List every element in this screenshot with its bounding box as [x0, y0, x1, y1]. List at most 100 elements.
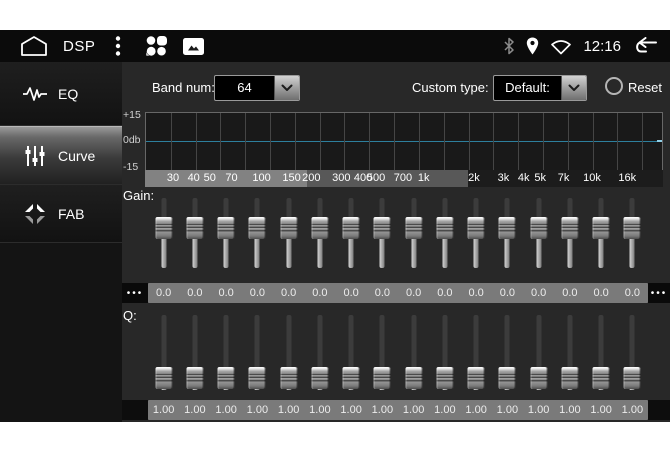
gain-slider[interactable] — [367, 198, 398, 268]
photo-icon[interactable] — [183, 38, 204, 55]
slider-track-lower — [411, 389, 416, 390]
home-icon[interactable] — [20, 35, 48, 57]
q-slider[interactable] — [304, 315, 335, 390]
plot-gridline — [171, 113, 172, 170]
gain-value: 0.0 — [554, 283, 585, 303]
gain-slider[interactable] — [273, 198, 304, 268]
slider-track-upper — [286, 315, 291, 367]
slider-track-lower — [442, 389, 447, 390]
plot-gridline — [295, 113, 296, 170]
reset-label[interactable]: Reset — [628, 75, 662, 101]
gain-slider-thumb[interactable] — [280, 217, 297, 239]
page-title: DSP — [63, 38, 95, 55]
gain-slider-thumb[interactable] — [155, 217, 172, 239]
q-slider-thumb[interactable] — [624, 367, 641, 389]
q-slider[interactable] — [554, 315, 585, 390]
gain-slider-thumb[interactable] — [311, 217, 328, 239]
slider-track-lower — [536, 239, 541, 268]
eq-curve-plot[interactable] — [145, 112, 663, 170]
gain-slider[interactable] — [523, 198, 554, 268]
back-arrow-icon[interactable] — [632, 37, 658, 55]
q-slider-thumb[interactable] — [468, 367, 485, 389]
gain-slider[interactable] — [617, 198, 648, 268]
q-slider-thumb[interactable] — [280, 367, 297, 389]
gain-slider-thumb[interactable] — [624, 217, 641, 239]
gain-slider-thumb[interactable] — [343, 217, 360, 239]
band-num-select[interactable]: 64 — [214, 75, 300, 101]
chevron-down-icon[interactable] — [274, 76, 299, 100]
q-slider[interactable] — [617, 315, 648, 390]
gain-slider[interactable] — [429, 198, 460, 268]
gain-slider[interactable] — [336, 198, 367, 268]
q-slider[interactable] — [398, 315, 429, 390]
gain-slider[interactable] — [492, 198, 523, 268]
gain-slider-thumb[interactable] — [593, 217, 610, 239]
q-slider[interactable] — [367, 315, 398, 390]
gain-slider[interactable] — [398, 198, 429, 268]
gain-slider-thumb[interactable] — [468, 217, 485, 239]
gain-more-left-button[interactable]: ••• — [122, 283, 148, 303]
zero-db-line — [146, 141, 662, 142]
chevron-down-icon[interactable] — [561, 76, 586, 100]
gain-slider-thumb[interactable] — [530, 217, 547, 239]
slider-track-lower — [192, 389, 197, 390]
gain-slider[interactable] — [179, 198, 210, 268]
q-slider-thumb[interactable] — [374, 367, 391, 389]
q-slider-thumb[interactable] — [249, 367, 266, 389]
q-slider[interactable] — [523, 315, 554, 390]
gain-slider-thumb[interactable] — [249, 217, 266, 239]
slider-track-upper — [505, 198, 510, 217]
q-slider[interactable] — [211, 315, 242, 390]
gain-slider-thumb[interactable] — [436, 217, 453, 239]
slider-track-upper — [255, 198, 260, 217]
bluetooth-icon — [503, 37, 515, 55]
q-slider-thumb[interactable] — [530, 367, 547, 389]
gain-slider-thumb[interactable] — [561, 217, 578, 239]
freq-tick-label: 16k — [618, 170, 636, 187]
q-slider[interactable] — [273, 315, 304, 390]
sidebar-item-curve[interactable]: Curve — [0, 126, 122, 185]
q-slider[interactable] — [461, 315, 492, 390]
slider-track-lower — [411, 239, 416, 268]
sidebar-item-fab[interactable]: FAB — [0, 185, 122, 243]
gain-slider[interactable] — [554, 198, 585, 268]
q-slider-thumb[interactable] — [405, 367, 422, 389]
gain-slider[interactable] — [461, 198, 492, 268]
q-slider[interactable] — [179, 315, 210, 390]
q-slider-thumb[interactable] — [343, 367, 360, 389]
gain-slider[interactable] — [586, 198, 617, 268]
gain-more-right-button[interactable]: ••• — [648, 283, 670, 303]
q-slider-thumb[interactable] — [186, 367, 203, 389]
gain-slider[interactable] — [211, 198, 242, 268]
reset-radio[interactable] — [605, 77, 623, 95]
gain-slider-thumb[interactable] — [499, 217, 516, 239]
gain-slider-thumb[interactable] — [374, 217, 391, 239]
gain-slider-thumb[interactable] — [186, 217, 203, 239]
kebab-menu-icon[interactable] — [115, 35, 121, 57]
q-slider[interactable] — [586, 315, 617, 390]
gain-slider-thumb[interactable] — [405, 217, 422, 239]
custom-type-select[interactable]: Default: — [493, 75, 587, 101]
q-slider[interactable] — [242, 315, 273, 390]
q-slider-thumb[interactable] — [436, 367, 453, 389]
slider-track-upper — [536, 198, 541, 217]
curve-sliders-icon — [23, 145, 47, 167]
q-slider-thumb[interactable] — [311, 367, 328, 389]
q-slider[interactable] — [148, 315, 179, 390]
q-slider-thumb[interactable] — [218, 367, 235, 389]
clover-apps-icon[interactable] — [145, 35, 169, 57]
freq-tick-label: 50 — [204, 170, 216, 187]
q-slider[interactable] — [336, 315, 367, 390]
freq-tick-label: 3k — [498, 170, 510, 187]
q-slider[interactable] — [429, 315, 460, 390]
q-slider-thumb[interactable] — [155, 367, 172, 389]
q-slider-thumb[interactable] — [561, 367, 578, 389]
gain-slider[interactable] — [304, 198, 335, 268]
gain-slider[interactable] — [242, 198, 273, 268]
q-slider-thumb[interactable] — [593, 367, 610, 389]
sidebar-item-eq[interactable]: EQ — [0, 62, 122, 126]
q-slider-thumb[interactable] — [499, 367, 516, 389]
gain-slider[interactable] — [148, 198, 179, 268]
q-slider[interactable] — [492, 315, 523, 390]
gain-slider-thumb[interactable] — [218, 217, 235, 239]
